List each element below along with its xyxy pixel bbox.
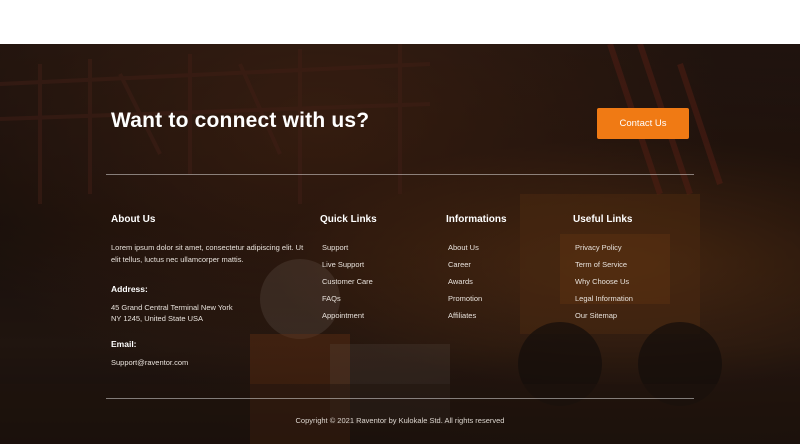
footer-link-live-support[interactable]: Live Support: [322, 260, 377, 270]
footer-link-awards[interactable]: Awards: [448, 277, 507, 287]
footer-divider-bottom: [106, 398, 694, 399]
footer-link-career[interactable]: Career: [448, 260, 507, 270]
about-us-column: About Us Lorem ipsum dolor sit amet, con…: [111, 214, 311, 369]
email-label: Email:: [111, 338, 137, 349]
footer-link-term-of-service[interactable]: Term of Service: [575, 260, 633, 270]
useful-links-heading: Useful Links: [573, 214, 633, 225]
footer-link-customer-care[interactable]: Customer Care: [322, 277, 377, 287]
quick-links-column: Quick Links Support Live Support Custome…: [320, 214, 377, 329]
footer-link-why-choose-us[interactable]: Why Choose Us: [575, 277, 633, 287]
quick-links-heading: Quick Links: [320, 214, 377, 225]
site-footer: Want to connect with us? Contact Us Abou…: [0, 44, 800, 444]
footer-link-promotion[interactable]: Promotion: [448, 294, 507, 304]
footer-divider-top: [106, 174, 694, 175]
footer-link-faqs[interactable]: FAQs: [322, 294, 377, 304]
footer-link-our-sitemap[interactable]: Our Sitemap: [575, 311, 633, 321]
address-label: Address:: [111, 284, 148, 294]
footer-link-appointment[interactable]: Appointment: [322, 311, 377, 321]
footer-link-about-us[interactable]: About Us: [448, 243, 507, 253]
informations-column: Informations About Us Career Awards Prom…: [446, 214, 507, 329]
cta-title: Want to connect with us?: [111, 109, 370, 132]
email-address[interactable]: Support@raventor.com: [111, 357, 311, 369]
footer-link-legal-information[interactable]: Legal Information: [575, 294, 633, 304]
footer-link-affiliates[interactable]: Affiliates: [448, 311, 507, 321]
footer-link-privacy-policy[interactable]: Privacy Policy: [575, 243, 633, 253]
about-us-description: Lorem ipsum dolor sit amet, consectetur …: [111, 243, 304, 264]
about-us-heading: About Us: [111, 214, 156, 225]
footer-link-support[interactable]: Support: [322, 243, 377, 253]
copyright-text: Copyright © 2021 Raventor by Kulokale St…: [295, 416, 505, 425]
address-line-1: 45 Grand Central Terminal New York: [111, 302, 233, 312]
top-white-bar: [0, 0, 800, 44]
address-line-2: NY 1245, United State USA: [111, 314, 203, 323]
contact-us-button[interactable]: Contact Us: [597, 108, 689, 139]
useful-links-column: Useful Links Privacy Policy Term of Serv…: [573, 214, 633, 329]
informations-heading: Informations: [446, 214, 507, 225]
